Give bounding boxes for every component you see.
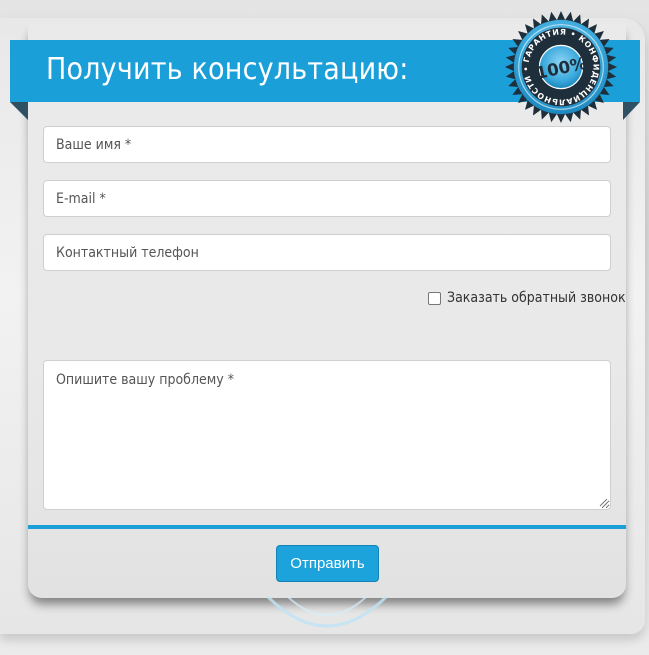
resize-grip-icon[interactable] xyxy=(598,497,608,507)
phone-field[interactable] xyxy=(43,234,611,271)
email-field[interactable] xyxy=(43,180,611,217)
name-field[interactable] xyxy=(43,126,611,163)
ribbon-fold-left xyxy=(10,102,28,120)
callback-label: Заказать обратный звонок xyxy=(447,290,626,306)
callback-option[interactable]: Заказать обратный звонок xyxy=(428,290,626,306)
problem-textarea[interactable] xyxy=(43,360,611,510)
ribbon-fold-right xyxy=(623,102,640,120)
callback-checkbox[interactable] xyxy=(428,291,441,305)
submit-button[interactable]: Отправить xyxy=(276,545,379,582)
footer-divider xyxy=(28,525,626,529)
form-title: Получить консультацию: xyxy=(46,52,409,87)
privacy-seal-icon: ГАРАНТИЯ • КОНФИДЕНЦИАЛЬНОСТИ • 100% xyxy=(504,10,618,124)
decorative-glow xyxy=(266,595,388,628)
